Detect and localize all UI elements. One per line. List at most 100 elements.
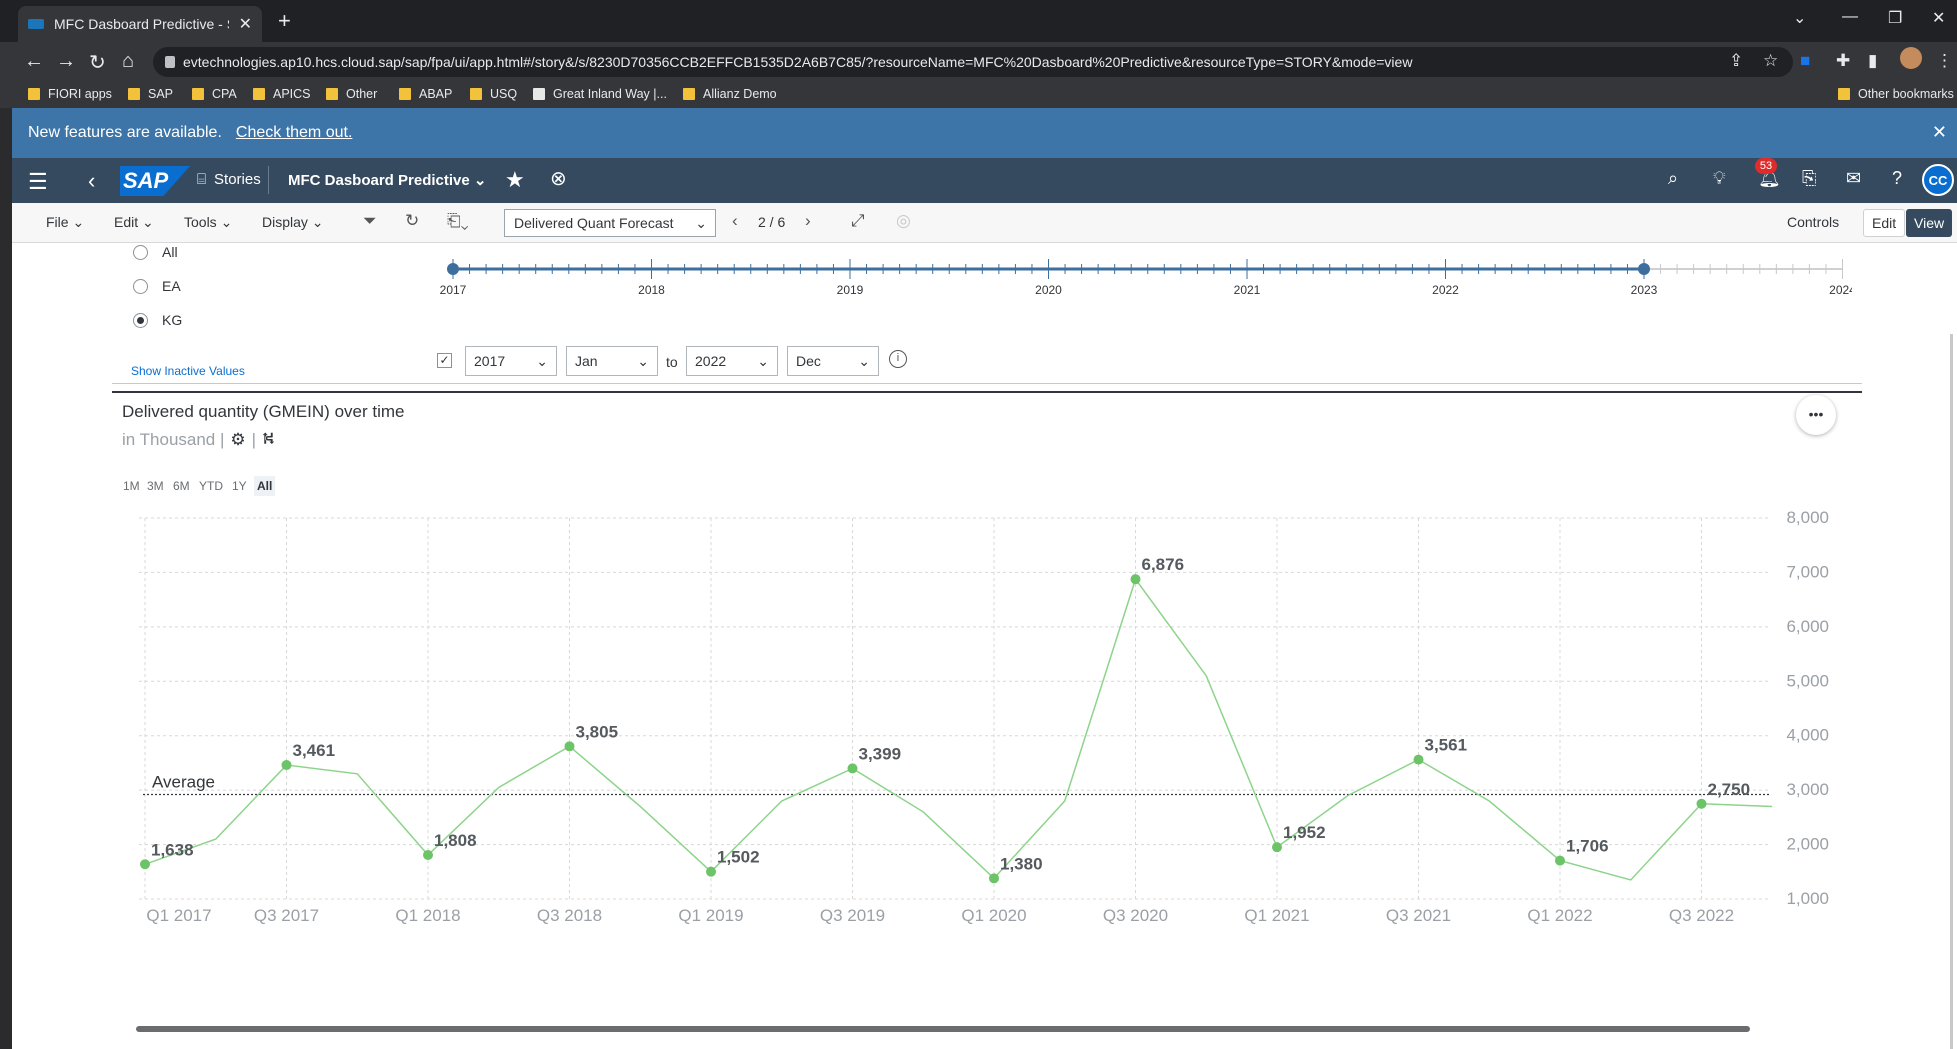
back-icon[interactable]: ‹ [88, 168, 95, 194]
menu-icon[interactable]: ⋮ [1936, 51, 1953, 71]
slider-end-handle [1638, 263, 1650, 275]
close-tab-icon[interactable]: ✕ [239, 14, 252, 34]
help-icon[interactable]: ? [1892, 168, 1902, 189]
story-title[interactable]: MFC Dasboard Predictive ⌄ [288, 171, 486, 189]
bookmark-item[interactable]: FIORI apps [28, 87, 112, 101]
other-bookmarks[interactable]: Other bookmarks [1838, 87, 1954, 101]
slider-year-label: 2017 [440, 283, 467, 297]
bookmark-item[interactable]: SAP [128, 87, 173, 101]
filter-icon[interactable]: ⏷ [363, 211, 377, 231]
data-label: 2,750 [1708, 780, 1751, 799]
file-menu[interactable]: File ⌄ [46, 214, 84, 231]
time-range-slider[interactable]: 2017 2018 2019 2020 2021 2022 2023 2024 [432, 248, 1852, 298]
bookmark-icon[interactable]: ⎗⌄ [447, 211, 469, 231]
radio-kg[interactable]: KG [133, 312, 182, 328]
bookmark-item[interactable]: Other [326, 87, 377, 101]
prev-page-icon[interactable]: ‹ [732, 211, 738, 231]
display-menu[interactable]: Display ⌄ [262, 214, 324, 231]
data-point [1555, 855, 1565, 866]
page-select[interactable]: Delivered Quant Forecast ⌄ [504, 209, 716, 237]
side-panel-icon[interactable]: ▮ [1868, 51, 1877, 71]
edit-mode-button[interactable]: Edit [1863, 209, 1906, 237]
bookmark-item[interactable]: USQ [470, 87, 517, 101]
new-tab-icon[interactable]: + [278, 8, 291, 34]
slider-year-label: 2020 [1035, 283, 1062, 297]
next-page-icon[interactable]: › [805, 211, 811, 231]
data-label: 1,952 [1283, 823, 1326, 842]
more-options-button[interactable]: ••• [1796, 395, 1836, 435]
data-label: 1,706 [1566, 837, 1609, 856]
bookmark-item[interactable]: ABAP [399, 87, 452, 101]
edit-menu[interactable]: Edit ⌄ [114, 214, 154, 231]
data-point [281, 760, 292, 771]
profile-avatar[interactable] [1900, 47, 1922, 69]
favorite-star-icon[interactable]: ★ [505, 167, 525, 193]
stories-link[interactable]: ⌸ Stories [197, 171, 261, 188]
tools-menu[interactable]: Tools ⌄ [184, 214, 232, 231]
url-field[interactable]: evtechnologies.ap10.hcs.cloud.sap/sap/fp… [153, 47, 1793, 77]
shell-bar: ☰ ‹ SAP ⌸ Stories MFC Dasboard Predictiv… [12, 158, 1957, 203]
discussions-icon[interactable]: ⎘ [1802, 168, 1816, 189]
fullscreen-icon[interactable]: ⤢ [851, 211, 865, 231]
to-year-select[interactable]: 2022 ⌄ [686, 346, 778, 376]
user-avatar[interactable]: CC [1922, 164, 1954, 196]
tab-search-icon[interactable]: ⌄ [1793, 8, 1806, 28]
slider-year-label: 2023 [1631, 283, 1658, 297]
explore-icon[interactable]: ◎ [896, 211, 911, 231]
chevron-down-icon: ⌄ [757, 352, 769, 369]
bookmark-item[interactable]: Allianz Demo [683, 87, 777, 101]
puzzle-icon[interactable]: ✚ [1836, 51, 1850, 71]
folder-icon [253, 88, 265, 100]
back-icon[interactable]: ← [24, 50, 44, 73]
from-month-select[interactable]: Jan ⌄ [566, 346, 658, 376]
settings-gear-icon[interactable]: ⚙ [230, 430, 245, 450]
page-vertical-scrollbar[interactable] [1950, 334, 1953, 1049]
bookmark-item[interactable]: CPA [192, 87, 237, 101]
banner-link[interactable]: Check them out. [236, 124, 353, 142]
from-year-select[interactable]: 2017 ⌄ [465, 346, 557, 376]
data-label: 6,876 [1142, 555, 1185, 574]
bookmark-item[interactable]: APICS [253, 87, 311, 101]
sap-logo[interactable]: SAP [120, 166, 190, 196]
bookmark-item[interactable]: Great Inland Way |... [533, 87, 667, 101]
browser-tab-title: MFC Dasboard Predictive - Stories [54, 16, 229, 32]
to-label: to [666, 354, 678, 370]
browser-tab[interactable]: MFC Dasboard Predictive - Stories ✕ [18, 6, 262, 42]
extension-icon[interactable]: ■ [1800, 51, 1810, 71]
radio-ea[interactable]: EA [133, 278, 181, 294]
folder-icon [28, 88, 40, 100]
lightbulb-icon[interactable]: 💡︎ [1713, 168, 1726, 189]
data-label: 3,561 [1425, 736, 1468, 755]
address-bar-row: ← → ↻ ⌂ evtechnologies.ap10.hcs.cloud.sa… [0, 42, 1957, 82]
info-icon[interactable]: i [889, 350, 907, 368]
close-banner-icon[interactable]: ✕ [1932, 122, 1947, 143]
home-icon[interactable]: ⌂ [122, 50, 134, 73]
reload-icon[interactable]: ↻ [89, 50, 106, 75]
to-month-select[interactable]: Dec ⌄ [787, 346, 879, 376]
view-mode-button[interactable]: View [1906, 209, 1953, 237]
chart-horizontal-scrollbar[interactable] [136, 1026, 1750, 1032]
radio-circle [133, 244, 148, 260]
hamburger-menu-icon[interactable]: ☰ [28, 169, 48, 195]
data-point [1130, 574, 1141, 585]
search-icon[interactable]: ⌕ [1668, 168, 1678, 189]
banner-text: New features are available. [28, 124, 222, 141]
restore-icon[interactable]: ❐ [1888, 8, 1902, 28]
data-label: 1,638 [151, 840, 194, 859]
hierarchy-icon[interactable]: ⛕ [262, 429, 275, 451]
close-window-icon[interactable]: ✕ [1932, 8, 1945, 28]
minimize-icon[interactable]: — [1842, 8, 1858, 26]
range-checkbox[interactable]: ✓ [437, 353, 452, 368]
data-point [423, 850, 433, 861]
slider-year-label: 2019 [837, 283, 864, 297]
refresh-icon[interactable]: ↻ [405, 211, 419, 231]
show-inactive-values-link[interactable]: Show Inactive Values [131, 364, 245, 378]
forward-icon[interactable]: → [56, 50, 76, 73]
share-icon[interactable]: ⇪ [1729, 51, 1743, 71]
controls-button[interactable]: Controls [1787, 214, 1839, 230]
bookmark-star-icon[interactable]: ☆ [1763, 51, 1778, 71]
close-story-icon[interactable]: ⊗ [550, 166, 567, 191]
radio-all[interactable]: All [133, 244, 178, 260]
feedback-icon[interactable]: ✉ [1846, 168, 1861, 189]
stories-icon: ⌸ [197, 171, 207, 188]
